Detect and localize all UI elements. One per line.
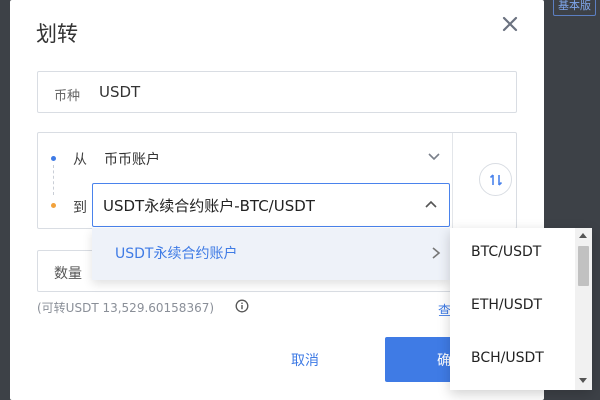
amount-label: 数量 — [54, 266, 82, 282]
scroll-thumb[interactable] — [578, 246, 589, 286]
coin-label: 币种 — [54, 89, 81, 104]
scroll-down-arrow-icon[interactable] — [579, 378, 587, 383]
from-label: 从 — [73, 152, 87, 168]
dropdown-scrollbar[interactable] — [575, 228, 592, 390]
cancel-button[interactable]: 取消 — [270, 345, 340, 375]
dialog-title: 划转 — [36, 22, 78, 46]
pair-label: BCH/USDT — [471, 350, 544, 366]
dropdown-item-label: USDT永续合约账户 — [115, 246, 238, 262]
info-icon[interactable] — [235, 299, 249, 313]
dropdown-item-bch-usdt[interactable]: BCH/USDT — [450, 334, 574, 386]
connector-line — [53, 165, 54, 195]
corner-badge[interactable]: 基本版 — [553, 0, 596, 16]
to-account-value: USDT永续合约账户-BTC/USDT — [103, 197, 315, 215]
to-account-select[interactable]: USDT永续合约账户-BTC/USDT — [92, 183, 450, 227]
scroll-up-arrow-icon[interactable] — [579, 233, 587, 238]
to-dot — [51, 203, 56, 208]
coin-value: USDT — [99, 83, 141, 101]
chevron-down-icon[interactable] — [426, 148, 442, 164]
swap-button[interactable] — [479, 163, 512, 196]
from-dot — [51, 156, 56, 161]
swap-icon — [489, 173, 502, 186]
dropdown-item-usdt-perpetual[interactable]: USDT永续合约账户 — [92, 228, 450, 280]
available-balance: (可转USDT 13,529.60158367) — [37, 301, 215, 315]
pair-label: BTC/USDT — [471, 244, 542, 260]
account-dropdown: USDT永续合约账户 — [92, 228, 450, 280]
transfer-accounts-box: 从 币币账户 到 USDT永续合约账户-BTC/USDT — [37, 132, 517, 229]
to-label: 到 — [73, 200, 87, 216]
swap-divider — [452, 133, 453, 228]
dropdown-item-eth-usdt[interactable]: ETH/USDT — [450, 281, 574, 333]
chevron-right-icon — [432, 247, 441, 259]
from-account-select[interactable]: 币币账户 — [104, 149, 160, 169]
pair-label: ETH/USDT — [471, 297, 543, 313]
dropdown-item-btc-usdt[interactable]: BTC/USDT — [450, 228, 574, 280]
close-icon — [502, 16, 518, 32]
pair-dropdown: BTC/USDT ETH/USDT BCH/USDT — [450, 228, 592, 390]
coin-field[interactable]: 币种 USDT — [37, 71, 517, 113]
chevron-up-icon — [425, 200, 437, 208]
close-button[interactable] — [496, 10, 524, 38]
